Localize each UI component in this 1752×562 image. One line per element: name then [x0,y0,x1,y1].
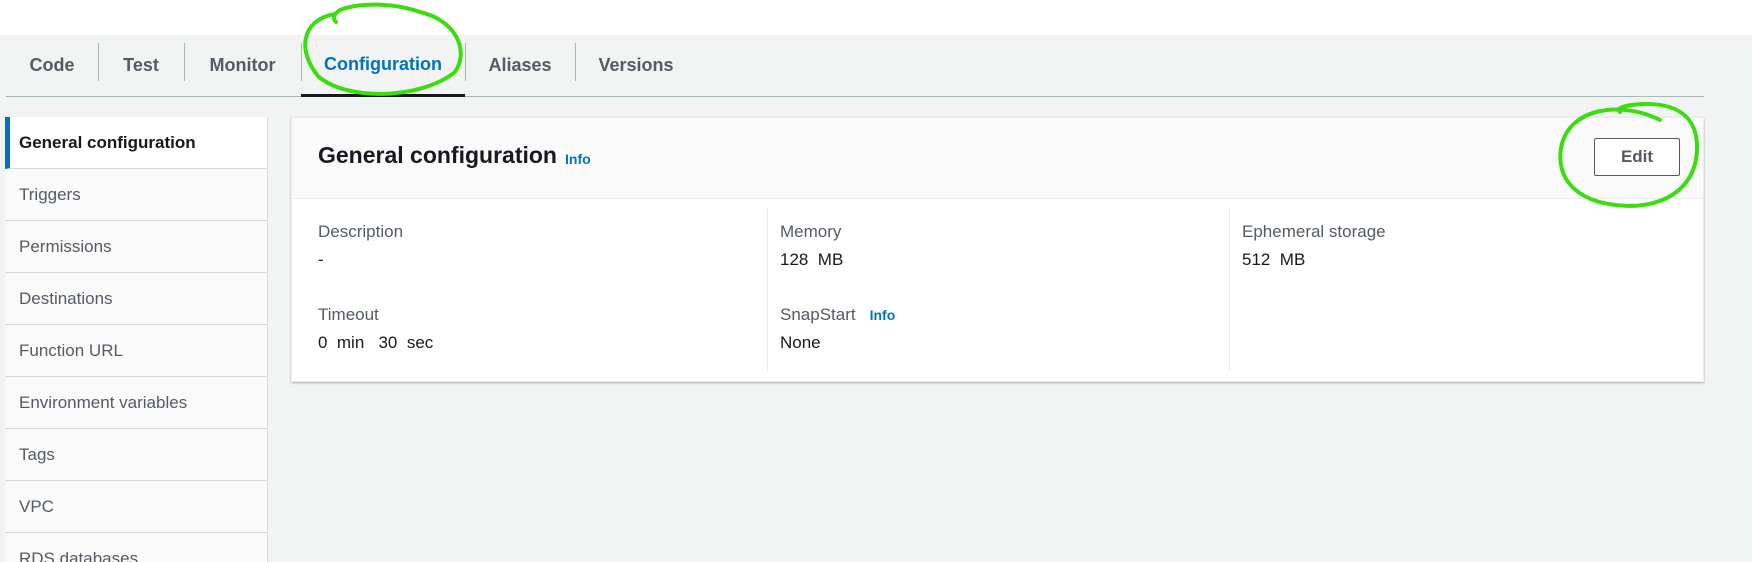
tab-bar: Code Test Monitor Configuration Aliases … [6,35,1704,97]
field-label: Memory [780,222,842,241]
field-value: 512 MB [1242,250,1306,269]
sidebar-item-label: Permissions [19,236,112,256]
sidebar-item-label: General configuration [19,132,196,152]
column-divider [1229,207,1230,371]
sidebar-item-label: Function URL [19,340,123,360]
tab-label: Aliases [488,55,552,75]
sidebar-item-general-configuration[interactable]: General configuration [5,117,267,169]
tab-code[interactable]: Code [6,35,98,96]
field-label: Timeout [318,305,379,324]
panel-header: General configuration Info Edit [292,118,1703,199]
sidebar-item-label: Triggers [19,184,81,204]
tab-label: Monitor [209,55,276,75]
sidebar-item-rds-databases[interactable]: RDS databases [5,533,267,562]
tab-versions[interactable]: Versions [575,35,697,96]
sidebar-item-label: Environment variables [19,392,188,412]
field-label: SnapStart Info [780,305,895,325]
sidebar-item-function-url[interactable]: Function URL [5,325,267,377]
field-value: 0 min 30 sec [318,333,434,352]
configuration-sidebar: General configuration Triggers Permissio… [5,117,268,562]
sidebar-item-triggers[interactable]: Triggers [5,169,267,221]
edit-button[interactable]: Edit [1594,138,1680,176]
field-label: Description [318,222,404,241]
memory-field: Memory 128 MB [780,222,843,270]
info-link[interactable]: Info [565,151,591,167]
sidebar-item-label: Destinations [19,288,113,308]
sidebar-item-label: RDS databases [19,548,139,562]
description-field: Description - [318,222,403,270]
field-value: 128 MB [780,250,844,269]
tab-configuration[interactable]: Configuration [301,35,465,97]
timeout-field: Timeout 0 min 30 sec [318,305,433,353]
field-value: None [780,333,821,352]
sidebar-item-label: Tags [19,444,55,464]
sidebar-item-tags[interactable]: Tags [5,429,267,481]
snapstart-field: SnapStart Info None [780,305,895,353]
sidebar-item-label: VPC [19,496,54,516]
tab-aliases[interactable]: Aliases [465,35,575,96]
tab-label: Test [123,55,159,75]
tab-monitor[interactable]: Monitor [184,35,301,96]
sidebar-item-permissions[interactable]: Permissions [5,221,267,273]
column-divider [767,207,768,371]
sidebar-item-vpc[interactable]: VPC [5,481,267,533]
snapstart-info-link[interactable]: Info [870,307,896,323]
field-label: Ephemeral storage [1242,222,1386,241]
general-configuration-panel: General configuration Info Edit Descript… [291,117,1704,382]
sidebar-item-environment-variables[interactable]: Environment variables [5,377,267,429]
tab-label: Configuration [324,54,442,74]
tab-test[interactable]: Test [98,35,184,96]
field-value: - [318,250,324,269]
tab-label: Versions [598,55,674,75]
tab-label: Code [29,55,75,75]
field-label-text: SnapStart [780,305,856,324]
panel-title: General configuration [318,142,557,168]
sidebar-item-destinations[interactable]: Destinations [5,273,267,325]
ephemeral-storage-field: Ephemeral storage 512 MB [1242,222,1386,270]
